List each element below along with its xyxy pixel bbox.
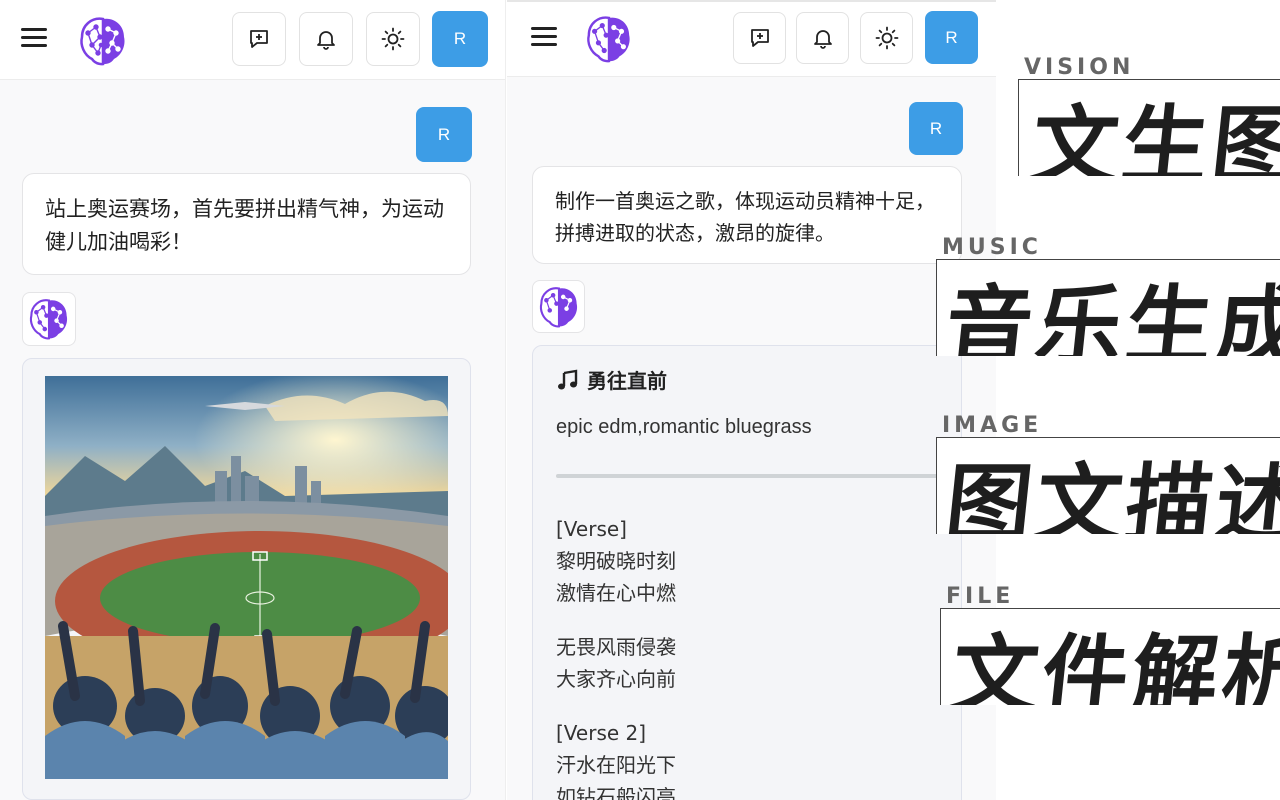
lyrics-line: 黎明破晓时刻 [556, 549, 676, 573]
feature-en-label: VISION [1024, 55, 1135, 80]
bell-icon [317, 31, 335, 50]
feature-image: IMAGE 图文描述 [936, 413, 1280, 538]
generated-image-card [22, 358, 471, 800]
menu-icon[interactable] [531, 27, 557, 47]
feature-cn-label: 图文描述 [940, 455, 1280, 534]
chat-screen-image: R R 站上奥运赛场，首先要拼出精气神，为运动健儿加油喝彩！ [0, 0, 506, 800]
bot-avatar [532, 280, 585, 333]
lyrics-stanza: 无畏风雨侵袭 大家齐心向前 [556, 631, 676, 695]
new-chat-icon [250, 30, 268, 48]
feature-en-label: IMAGE [942, 413, 1043, 438]
song-card: 勇往直前 epic edm,romantic bluegrass [Verse]… [532, 345, 962, 800]
user-avatar-button[interactable]: R [432, 11, 488, 67]
user-message-avatar: R [909, 102, 963, 155]
brain-logo [78, 15, 128, 71]
new-chat-button[interactable] [232, 12, 286, 66]
user-message-text: 制作一首奥运之歌，体现运动员精神十足，拼搏进取的状态，激昂的旋律。 [555, 189, 935, 245]
menu-icon[interactable] [21, 28, 47, 48]
feature-en-label: FILE [946, 584, 1015, 609]
bell-icon [813, 30, 832, 49]
song-title-text: 勇往直前 [587, 369, 667, 393]
lyrics-line: 汗水在阳光下 [556, 753, 676, 777]
brain-logo-icon [29, 299, 68, 340]
lyrics: [Verse] 黎明破晓时刻 激情在心中燃 无畏风雨侵袭 大家齐心向前 [Ver… [556, 513, 676, 800]
feature-file: FILE 文件解析 [940, 584, 1280, 709]
feature-en-label: MUSIC [942, 235, 1042, 260]
notifications-button[interactable] [299, 12, 353, 66]
sun-icon [381, 27, 405, 51]
chat-screen-music: R R 制作一首奥运之歌，体现运动员精神十足，拼搏进取的状态，激昂的旋律。 勇往… [507, 0, 996, 800]
feature-cn-label: 音乐生成 [940, 277, 1280, 356]
sun-icon [875, 26, 898, 50]
lyrics-line: [Verse 2] [556, 721, 647, 745]
notifications-button[interactable] [796, 12, 849, 64]
showcase-canvas: R R 站上奥运赛场，首先要拼出精气神，为运动健儿加油喝彩！ R R 制作一首奥… [0, 0, 1280, 800]
user-message-text: 站上奥运赛场，首先要拼出精气神，为运动健儿加油喝彩！ [45, 197, 444, 254]
song-style: epic edm,romantic bluegrass [556, 416, 812, 438]
top-bar: R [507, 2, 996, 77]
lyrics-stanza: [Verse 2] 汗水在阳光下 如钻石般闪亮 [556, 717, 676, 800]
stadium-image[interactable] [45, 376, 448, 779]
top-bar: R [0, 0, 505, 80]
feature-frame: 文件解析 [940, 608, 1280, 705]
feature-frame: 音乐生成 [936, 259, 1280, 356]
lyrics-line: 如钻石般闪亮 [556, 785, 676, 800]
theme-toggle-button[interactable] [860, 12, 913, 64]
lyrics-line: [Verse] [556, 517, 627, 541]
user-message-bubble: 站上奥运赛场，首先要拼出精气神，为运动健儿加油喝彩！ [22, 173, 471, 275]
divider [556, 474, 956, 478]
lyrics-stanza: [Verse] 黎明破晓时刻 激情在心中燃 [556, 513, 676, 609]
song-title: 勇往直前 [557, 365, 667, 394]
feature-vision: VISION 文生图 [1018, 55, 1280, 180]
brain-logo-icon [539, 286, 577, 327]
bot-avatar [22, 292, 76, 346]
feature-cn-label: 文生图 [1026, 97, 1280, 176]
brain-logo [585, 14, 633, 68]
music-note-icon [558, 369, 578, 389]
user-message-bubble: 制作一首奥运之歌，体现运动员精神十足，拼搏进取的状态，激昂的旋律。 [532, 166, 962, 264]
feature-frame: 图文描述 [936, 437, 1280, 534]
lyrics-line: 无畏风雨侵袭 [556, 635, 676, 659]
feature-music: MUSIC 音乐生成 [936, 235, 1280, 360]
user-message-avatar: R [416, 107, 472, 162]
user-avatar-button[interactable]: R [925, 11, 978, 64]
new-chat-button[interactable] [733, 12, 786, 64]
lyrics-line: 激情在心中燃 [556, 581, 676, 605]
theme-toggle-button[interactable] [366, 12, 420, 66]
feature-cn-label: 文件解析 [946, 626, 1280, 705]
feature-frame: 文生图 [1018, 79, 1280, 176]
lyrics-line: 大家齐心向前 [556, 667, 676, 691]
new-chat-icon [750, 29, 769, 47]
